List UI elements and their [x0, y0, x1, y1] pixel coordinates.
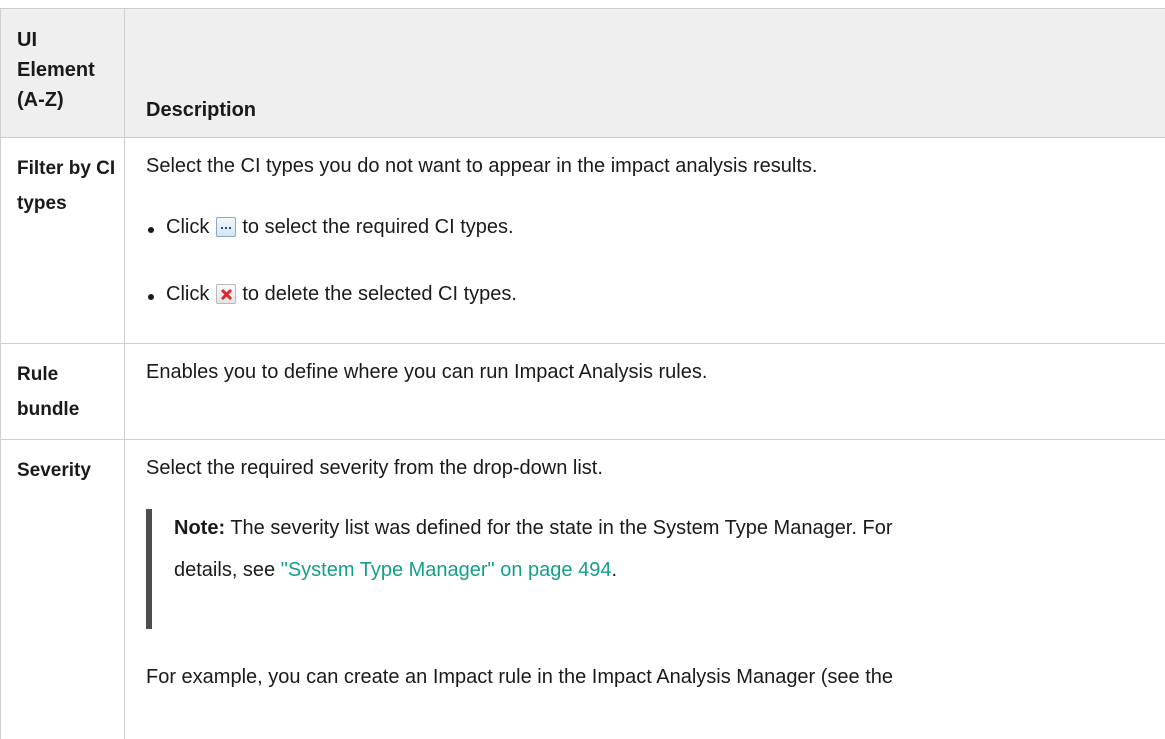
- system-type-manager-link[interactable]: "System Type Manager" on page 494: [281, 559, 612, 581]
- severity-description: Select the required severity from the dr…: [146, 457, 603, 479]
- row-description-cell: Select the required severity from the dr…: [124, 439, 1165, 739]
- note-callout: Note: The severity list was defined for …: [146, 509, 892, 629]
- list-item: Click to delete the selected CI types.: [148, 279, 517, 309]
- filter-description: Select the CI types you do not want to a…: [146, 155, 818, 177]
- header-ui-element-label: UI Element (A-Z): [17, 29, 95, 111]
- bullet-dot: [148, 294, 154, 300]
- row-name-cell: Filter by CI types: [0, 137, 125, 343]
- delete-icon[interactable]: [216, 284, 237, 304]
- note-text: The severity list was defined for the st…: [230, 517, 893, 539]
- table-header-row: UI Element (A-Z) Description: [0, 8, 1165, 138]
- header-description-label: Description: [146, 99, 257, 121]
- rule-bundle-description: Enables you to define where you can run …: [146, 361, 708, 383]
- note-label: Note:: [174, 517, 226, 539]
- bullet-dot: [148, 227, 154, 233]
- header-cell-description: Description: [124, 9, 1165, 137]
- row-name-rule-bundle: Rule bundle: [17, 364, 80, 420]
- row-description-cell: Enables you to define where you can run …: [124, 343, 1165, 439]
- table-row-severity: Severity Select the required severity fr…: [0, 439, 1165, 739]
- note-line-2: details, see "System Type Manager" on pa…: [174, 559, 617, 581]
- note-line-1: Note: The severity list was defined for …: [174, 513, 892, 543]
- ellipsis-button-icon[interactable]: [216, 217, 237, 237]
- list-item: Click to select the required CI types.: [148, 212, 514, 242]
- row-name-filter-by-ci-types: Filter by CI types: [17, 158, 116, 214]
- header-cell-ui-element: UI Element (A-Z): [0, 9, 125, 137]
- severity-example: For example, you can create an Impact ru…: [146, 666, 894, 688]
- row-name-cell: Severity: [0, 439, 125, 739]
- row-description-cell: Select the CI types you do not want to a…: [124, 137, 1165, 343]
- table-row-rule-bundle: Rule bundle Enables you to define where …: [0, 343, 1165, 440]
- row-name-cell: Rule bundle: [0, 343, 125, 439]
- row-name-severity: Severity: [17, 460, 91, 481]
- table-row-filter-by-ci-types: Filter by CI types Select the CI types y…: [0, 137, 1165, 344]
